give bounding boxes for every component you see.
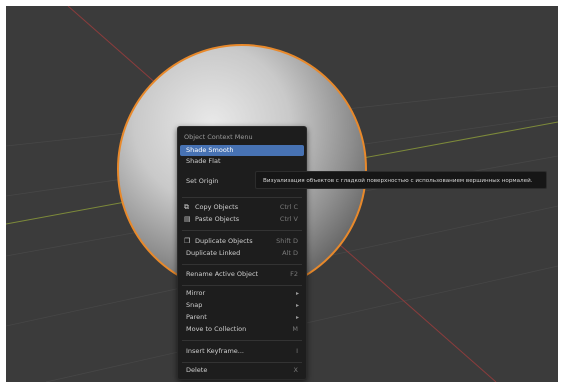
menu-item-shortcut: X [293, 366, 298, 374]
menu-separator [182, 362, 302, 363]
menu-item-paste-objects[interactable]: ▤ Paste Objects Ctrl V [180, 214, 304, 225]
menu-item-label: Parent [186, 313, 207, 321]
submenu-arrow-icon: ▸ [295, 290, 299, 297]
menu-separator [182, 264, 302, 265]
menu-item-delete[interactable]: Delete X [180, 365, 304, 376]
menu-item-label: Duplicate Objects [195, 237, 253, 245]
submenu-arrow-icon: ▸ [295, 302, 299, 309]
menu-item-shortcut: F2 [290, 270, 298, 278]
duplicate-icon: ❐ [184, 237, 191, 245]
menu-item-duplicate-objects[interactable]: ❐ Duplicate Objects Shift D [180, 236, 304, 247]
menu-item-shortcut: M [292, 325, 298, 333]
menu-item-label: Insert Keyframe... [186, 347, 244, 355]
menu-item-label: Shade Flat [186, 157, 221, 165]
menu-item-label: Rename Active Object [186, 270, 259, 278]
menu-separator [182, 230, 302, 231]
menu-item-parent[interactable]: Parent ▸ [180, 312, 304, 323]
menu-item-label: Copy Objects [195, 203, 239, 211]
menu-item-copy-objects[interactable]: ⧉ Copy Objects Ctrl C [180, 202, 304, 213]
menu-item-label: Shade Smooth [186, 146, 234, 154]
copy-icon: ⧉ [184, 203, 189, 211]
menu-item-shortcut: Ctrl V [279, 215, 298, 223]
menu-item-label: Set Origin [186, 177, 219, 185]
menu-item-shade-flat[interactable]: Shade Flat [180, 156, 304, 167]
submenu-arrow-icon: ▸ [295, 314, 299, 321]
menu-item-rename-active-object[interactable]: Rename Active Object F2 [180, 269, 304, 280]
menu-item-label: Move to Collection [186, 325, 247, 333]
menu-item-shortcut: Shift D [276, 237, 298, 245]
menu-item-mirror[interactable]: Mirror ▸ [180, 288, 304, 299]
menu-item-shortcut: I [296, 347, 298, 355]
menu-item-label: Paste Objects [195, 215, 240, 223]
object-context-menu: Object Context Menu Shade Smooth Shade F… [177, 126, 307, 380]
menu-item-insert-keyframe[interactable]: Insert Keyframe... I [180, 346, 304, 357]
menu-separator [182, 340, 302, 341]
tooltip: Визуализация объектов с гладкой поверхно… [255, 171, 547, 189]
paste-icon: ▤ [184, 215, 191, 223]
menu-item-label: Mirror [186, 289, 206, 297]
3d-viewport[interactable]: Object Context Menu Shade Smooth Shade F… [6, 6, 558, 382]
menu-separator [182, 285, 302, 286]
menu-title: Object Context Menu [184, 133, 253, 141]
menu-item-move-to-collection[interactable]: Move to Collection M [180, 324, 304, 335]
menu-separator [182, 197, 302, 198]
menu-item-duplicate-linked[interactable]: Duplicate Linked Alt D [180, 248, 304, 259]
menu-item-shortcut: Ctrl C [279, 203, 298, 211]
menu-item-shortcut: Alt D [282, 249, 298, 257]
menu-item-snap[interactable]: Snap ▸ [180, 300, 304, 311]
menu-item-label: Delete [186, 366, 208, 374]
menu-item-shade-smooth[interactable]: Shade Smooth [180, 145, 304, 156]
menu-item-label: Duplicate Linked [186, 249, 241, 257]
menu-item-label: Snap [186, 301, 203, 309]
